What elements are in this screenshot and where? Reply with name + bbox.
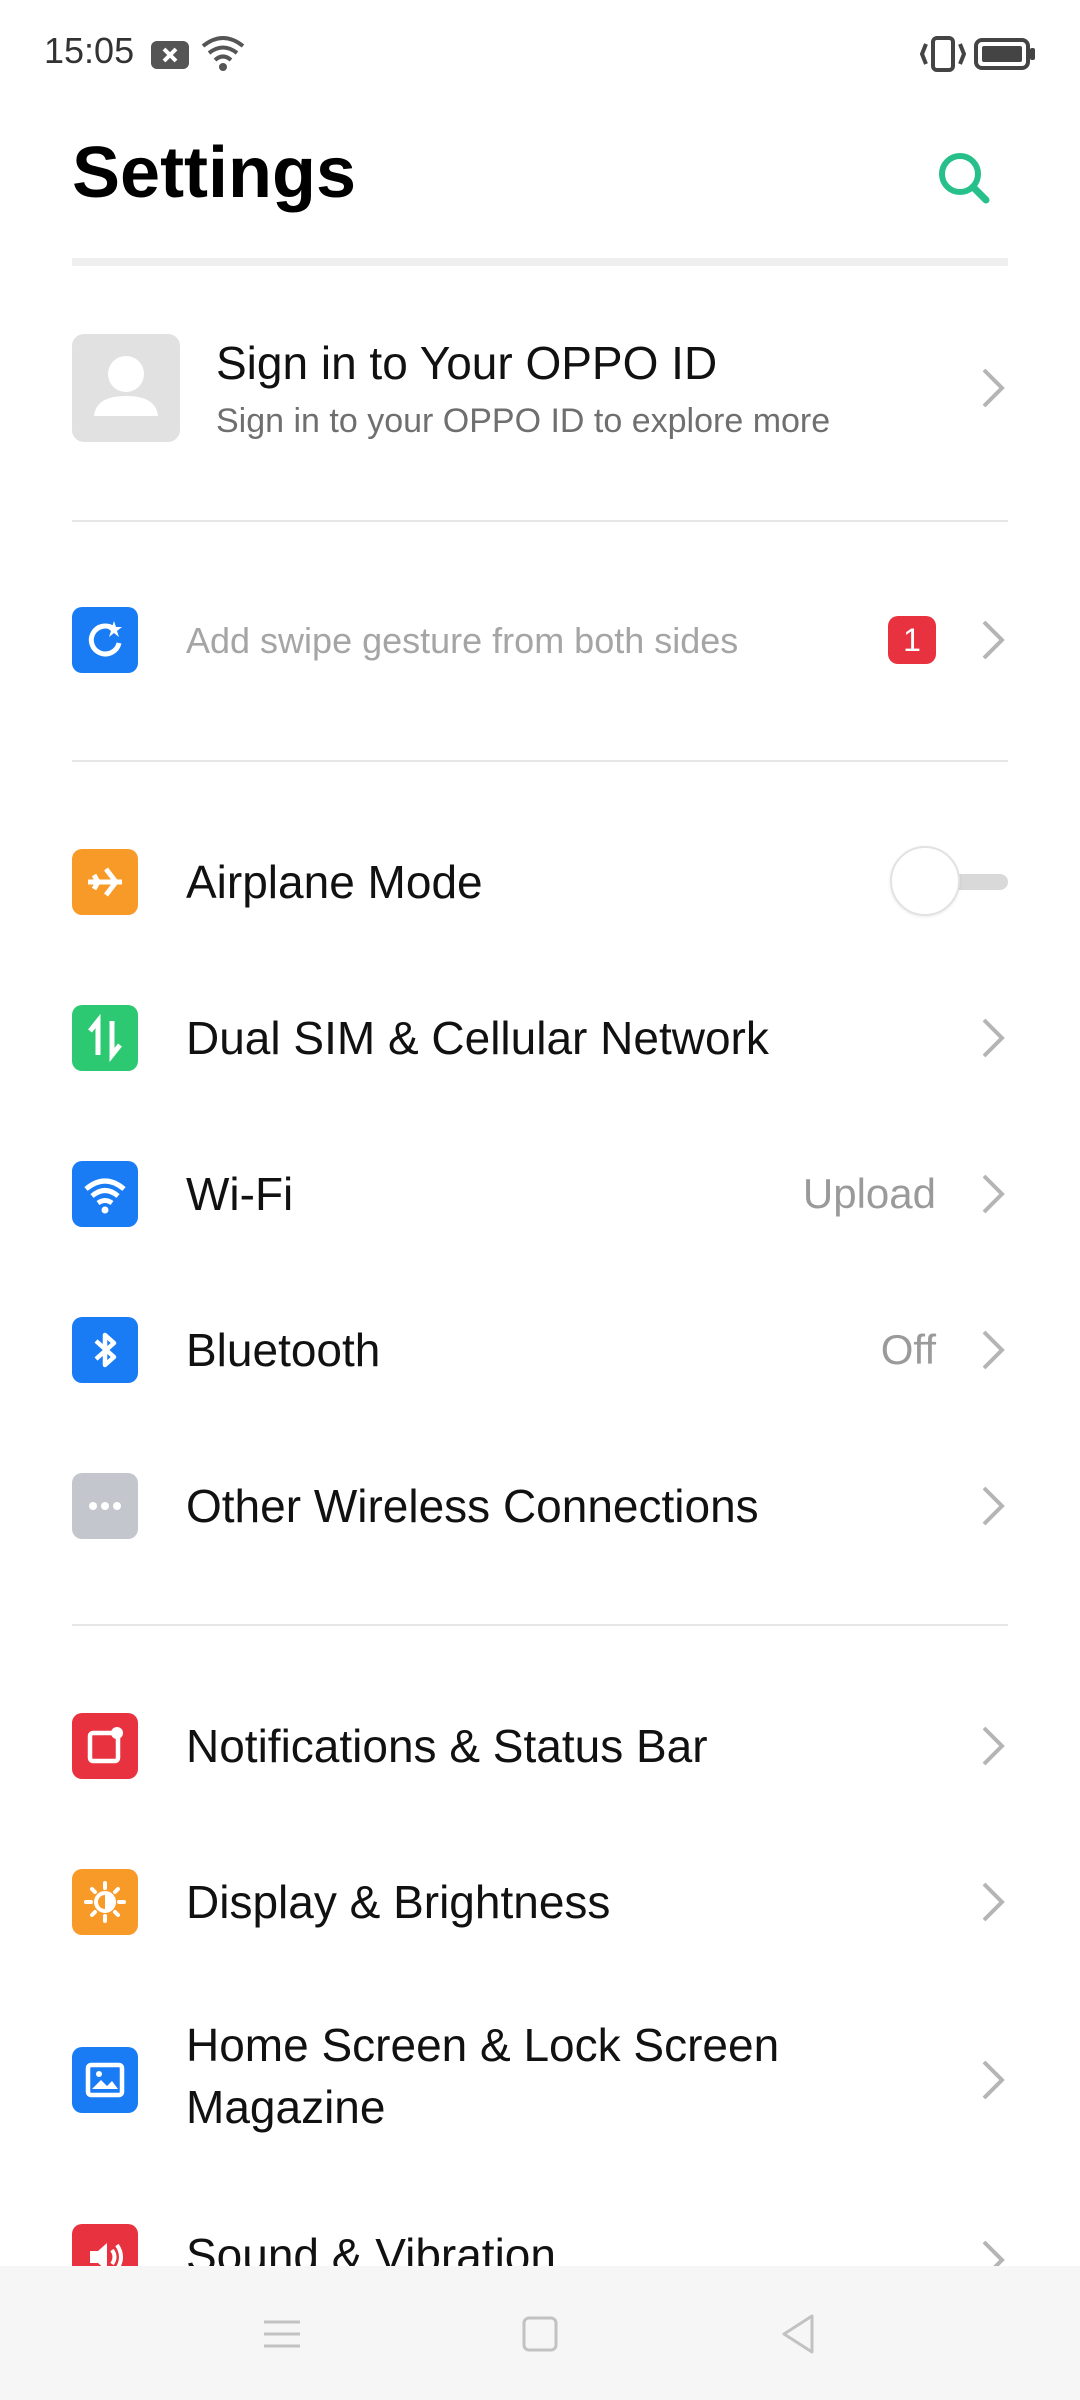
display-label: Display & Brightness — [186, 1876, 611, 1928]
home-screen-label-line1: Home Screen & Lock Screen — [186, 2019, 780, 2071]
home-screen-row[interactable]: Home Screen & Lock Screen Magazine — [0, 1996, 1080, 2164]
notification-badge: 1 — [888, 616, 936, 664]
more-icon — [72, 1473, 138, 1539]
back-icon[interactable] — [768, 2304, 828, 2364]
home-screen-label-line2: Magazine — [186, 2081, 386, 2133]
chevron-right-icon — [978, 1878, 1008, 1926]
wifi-icon — [200, 34, 246, 79]
navigation-bar — [0, 2266, 1080, 2400]
chevron-right-icon — [978, 2056, 1008, 2104]
search-icon[interactable] — [930, 138, 1000, 218]
suggestion-row[interactable]: Add swipe gesture from both sides 1 — [0, 580, 1080, 700]
wifi-label: Wi-Fi — [186, 1168, 294, 1220]
chevron-right-icon — [978, 1170, 1008, 1218]
chevron-right-icon — [978, 616, 1008, 664]
display-row[interactable]: Display & Brightness — [0, 1840, 1080, 1960]
chevron-right-icon — [978, 1326, 1008, 1374]
cellular-icon — [72, 1005, 138, 1071]
status-bar: 15:05 — [0, 0, 1080, 108]
chevron-right-icon — [978, 364, 1008, 412]
wallpaper-icon — [72, 2047, 138, 2113]
menu-icon[interactable] — [252, 2304, 312, 2364]
chevron-right-icon — [978, 1722, 1008, 1770]
divider — [72, 520, 1008, 522]
other-wireless-row[interactable]: Other Wireless Connections — [0, 1444, 1080, 1564]
header: Settings — [0, 108, 1080, 258]
suggestion-label: Add swipe gesture from both sides — [186, 620, 739, 661]
header-divider — [72, 258, 1008, 266]
brightness-icon — [72, 1869, 138, 1935]
avatar — [72, 334, 180, 442]
notifications-row[interactable]: Notifications & Status Bar — [0, 1684, 1080, 1804]
airplane-mode-toggle-knob[interactable] — [890, 846, 960, 916]
chevron-right-icon — [978, 2236, 1008, 2266]
wifi-value: Upload — [802, 1170, 936, 1217]
person-icon — [94, 356, 158, 416]
sound-label: Sound & Vibration — [186, 2229, 556, 2266]
bluetooth-row[interactable]: Bluetooth Off — [0, 1288, 1080, 1408]
divider — [72, 760, 1008, 762]
page-title: Settings — [72, 133, 357, 213]
bluetooth-value: Off — [880, 1326, 936, 1373]
chevron-right-icon — [978, 1014, 1008, 1062]
cellular-network-row[interactable]: Dual SIM & Cellular Network — [0, 976, 1080, 1096]
cellular-network-label: Dual SIM & Cellular Network — [186, 1012, 769, 1064]
bluetooth-icon — [72, 1317, 138, 1383]
account-subtitle: Sign in to your OPPO ID to explore more — [216, 402, 831, 440]
sound-row[interactable]: Sound & Vibration — [0, 2194, 1080, 2266]
wifi-icon — [72, 1161, 138, 1227]
airplane-icon — [72, 849, 138, 915]
wifi-row[interactable]: Wi-Fi Upload — [0, 1132, 1080, 1252]
chevron-right-icon — [978, 1482, 1008, 1530]
gesture-icon — [72, 607, 138, 673]
sound-icon — [72, 2224, 138, 2266]
close-notification-icon — [150, 40, 190, 75]
home-icon[interactable] — [510, 2304, 570, 2364]
bluetooth-label: Bluetooth — [186, 1324, 381, 1376]
battery-icon — [974, 38, 1036, 75]
airplane-mode-label: Airplane Mode — [186, 856, 483, 908]
vibrate-icon — [919, 34, 967, 79]
other-wireless-label: Other Wireless Connections — [186, 1480, 759, 1532]
notification-icon — [72, 1713, 138, 1779]
account-title: Sign in to Your OPPO ID — [216, 337, 718, 389]
status-time: 15:05 — [44, 30, 135, 71]
divider — [72, 1624, 1008, 1626]
notifications-label: Notifications & Status Bar — [186, 1720, 708, 1772]
